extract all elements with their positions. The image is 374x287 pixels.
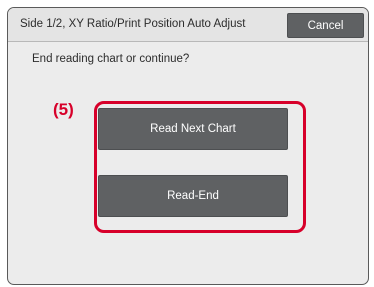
cancel-button[interactable]: Cancel: [287, 13, 364, 38]
dialog-header: Side 1/2, XY Ratio/Print Position Auto A…: [8, 8, 368, 42]
read-end-button[interactable]: Read-End: [98, 175, 288, 217]
dialog-panel: Side 1/2, XY Ratio/Print Position Auto A…: [7, 7, 369, 285]
step-label: (5): [53, 100, 74, 119]
dialog-title: Side 1/2, XY Ratio/Print Position Auto A…: [20, 18, 246, 30]
dialog-prompt: End reading chart or continue?: [32, 53, 190, 65]
read-next-chart-button[interactable]: Read Next Chart: [98, 108, 288, 150]
